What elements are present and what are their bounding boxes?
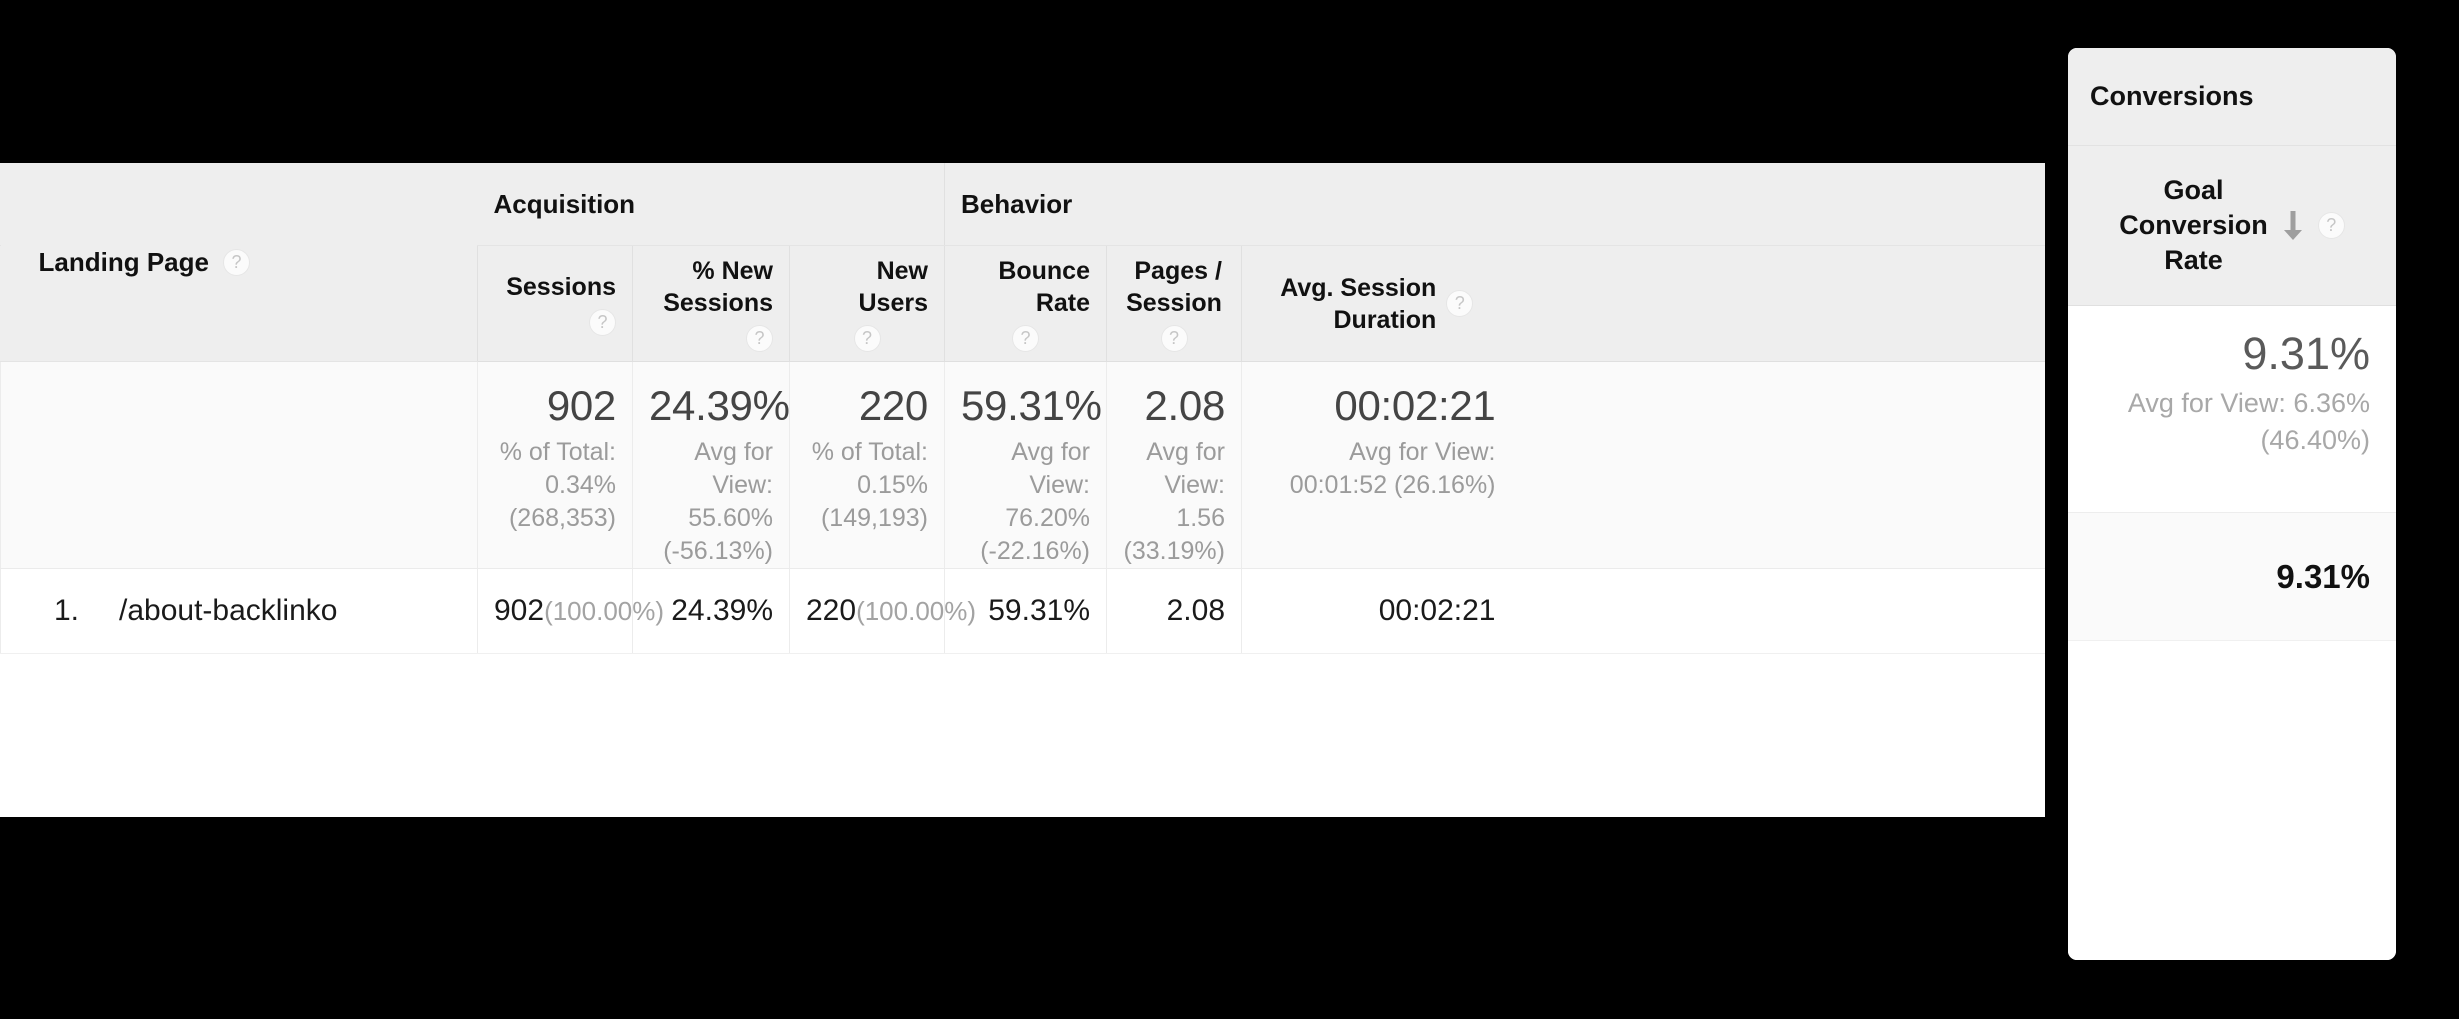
- summary-cell-new-users: 220 % of Total: 0.15% (149,193): [789, 361, 945, 570]
- row-value-new-users: 220: [806, 594, 857, 628]
- help-circle-icon[interactable]: ?: [222, 248, 250, 276]
- conversions-summary-sub: Avg for View: 6.36% (46.40%): [2127, 388, 2370, 455]
- metric-header-bounce-rate-label: Bounce Rate: [998, 257, 1090, 317]
- summary-value-bounce-rate: 59.31%: [961, 382, 1102, 429]
- landing-pages-report-table: Landing Page ? Acquisition Behavior Sess…: [0, 163, 2045, 817]
- help-circle-icon[interactable]: ?: [589, 309, 616, 336]
- summary-value-sessions: 902: [546, 382, 616, 429]
- table-row[interactable]: 1. /about-backlinko 902(100.00%) 24.39% …: [0, 568, 2045, 655]
- row-cell-new-users: 220(100.00%): [789, 568, 976, 655]
- metric-header-goal-conversion-rate[interactable]: Goal Conversion Rate ?: [2068, 146, 2396, 306]
- group-header-acquisition-label: Acquisition: [493, 188, 636, 219]
- summary-cell-pages-per-session: 2.08 Avg for View: 1.56 (33.19%): [1106, 361, 1242, 570]
- metric-header-pages-per-session[interactable]: Pages / Session ?: [1106, 245, 1242, 362]
- metric-header-pct-new-sessions[interactable]: % New Sessions ?: [632, 245, 790, 362]
- conversions-group-label: Conversions: [2090, 81, 2254, 111]
- help-circle-icon[interactable]: ?: [746, 325, 773, 352]
- row-overflow-spacer: [1511, 568, 2045, 655]
- group-header-row: Landing Page ? Acquisition Behavior: [0, 163, 2045, 362]
- row-value-pct-new-sessions: 24.39%: [671, 594, 773, 628]
- conversions-panel-tail: [2068, 641, 2396, 960]
- metric-header-sessions-label: Sessions: [506, 273, 616, 301]
- row-index: 1.: [53, 594, 79, 628]
- report-table-grid: Landing Page ? Acquisition Behavior Sess…: [0, 163, 2045, 655]
- metric-header-overflow-spacer: [1511, 245, 2045, 362]
- summary-dimension-cell: [0, 361, 478, 570]
- summary-sub-bounce-rate: Avg for View: 76.20% (-22.16%): [980, 438, 1090, 566]
- metric-header-new-users[interactable]: New Users ?: [789, 245, 945, 362]
- summary-totals-row: 902 % of Total: 0.34% (268,353) 24.39% A…: [0, 361, 2045, 570]
- summary-sub-pages-per-session: Avg for View: 1.56 (33.19%): [1123, 438, 1225, 566]
- conversions-column-panel: Conversions Goal Conversion Rate ? 9.31%…: [2068, 48, 2396, 960]
- help-circle-icon[interactable]: ?: [853, 325, 881, 352]
- conversions-group-header: Conversions: [2068, 48, 2396, 146]
- metric-header-bounce-rate[interactable]: Bounce Rate ?: [944, 245, 1107, 362]
- summary-sub-pct-new-sessions: Avg for View: 55.60% (-56.13%): [663, 438, 773, 566]
- conversions-summary-value: 9.31%: [2242, 328, 2370, 379]
- metric-header-avg-session-duration-label: Avg. Session Duration: [1280, 273, 1437, 334]
- metric-header-avg-session-duration[interactable]: Avg. Session Duration ?: [1241, 245, 1512, 362]
- summary-sub-new-users: % of Total: 0.15% (149,193): [811, 438, 928, 533]
- row-value-pages-per-session: 2.08: [1166, 594, 1225, 628]
- dimension-header-label: Landing Page: [38, 246, 209, 277]
- help-circle-icon[interactable]: ?: [1012, 325, 1039, 352]
- conversions-summary-cell: 9.31% Avg for View: 6.36% (46.40%): [2068, 306, 2396, 513]
- group-header-behavior-label: Behavior: [961, 188, 1073, 219]
- group-header-acquisition: Acquisition: [477, 163, 945, 246]
- metric-header-pages-per-session-label: Pages / Session: [1126, 257, 1222, 317]
- summary-cell-bounce-rate: 59.31% Avg for View: 76.20% (-22.16%): [944, 361, 1107, 570]
- metric-header-new-users-label: New Users: [858, 257, 929, 317]
- sort-descending-arrow-icon[interactable]: [2280, 209, 2306, 243]
- summary-value-pct-new-sessions: 24.39%: [649, 382, 790, 429]
- summary-sub-sessions: % of Total: 0.34% (268,353): [499, 438, 616, 533]
- metric-header-spacer: [0, 245, 1, 362]
- row-value-sessions: 902: [494, 594, 545, 628]
- summary-sub-avg-session-duration: Avg for View: 00:01:52 (26.16%): [1289, 438, 1496, 500]
- metric-header-pct-new-sessions-label: % New Sessions: [663, 257, 773, 317]
- help-circle-icon[interactable]: ?: [2317, 212, 2345, 239]
- row-value-new-users-pct: (100.00%): [856, 596, 977, 627]
- help-circle-icon[interactable]: ?: [1446, 290, 1474, 317]
- metric-header-sessions[interactable]: Sessions ?: [477, 245, 633, 362]
- group-header-behavior: Behavior: [943, 163, 2045, 246]
- row-value-sessions-pct: (100.00%): [544, 596, 665, 627]
- row-cell-avg-session-duration: 00:02:21: [1241, 568, 1512, 655]
- row-cell-sessions: 902(100.00%): [477, 568, 664, 655]
- row-value-avg-session-duration: 00:02:21: [1378, 594, 1496, 628]
- summary-cell-sessions: 902 % of Total: 0.34% (268,353): [477, 361, 633, 570]
- conversions-row-cell: 9.31%: [2068, 513, 2396, 641]
- summary-value-pages-per-session: 2.08: [1144, 382, 1225, 429]
- metric-header-goal-conversion-rate-label: Goal Conversion Rate: [2119, 174, 2268, 276]
- summary-overflow-spacer: [1511, 361, 2045, 570]
- row-cell-pages-per-session: 2.08: [1106, 568, 1242, 655]
- summary-value-new-users: 220: [858, 382, 928, 429]
- summary-cell-avg-session-duration: 00:02:21 Avg for View: 00:01:52 (26.16%): [1241, 361, 1512, 570]
- summary-value-avg-session-duration: 00:02:21: [1334, 382, 1496, 429]
- dimension-header-landing-page[interactable]: Landing Page ?: [0, 163, 478, 362]
- summary-cell-pct-new-sessions: 24.39% Avg for View: 55.60% (-56.13%): [632, 361, 790, 570]
- row-dimension-cell: 1. /about-backlinko: [0, 568, 478, 655]
- row-landing-page-link[interactable]: /about-backlinko: [119, 594, 337, 628]
- conversions-row-value: 9.31%: [2276, 557, 2370, 595]
- help-circle-icon[interactable]: ?: [1160, 325, 1188, 352]
- row-value-bounce-rate: 59.31%: [988, 594, 1090, 628]
